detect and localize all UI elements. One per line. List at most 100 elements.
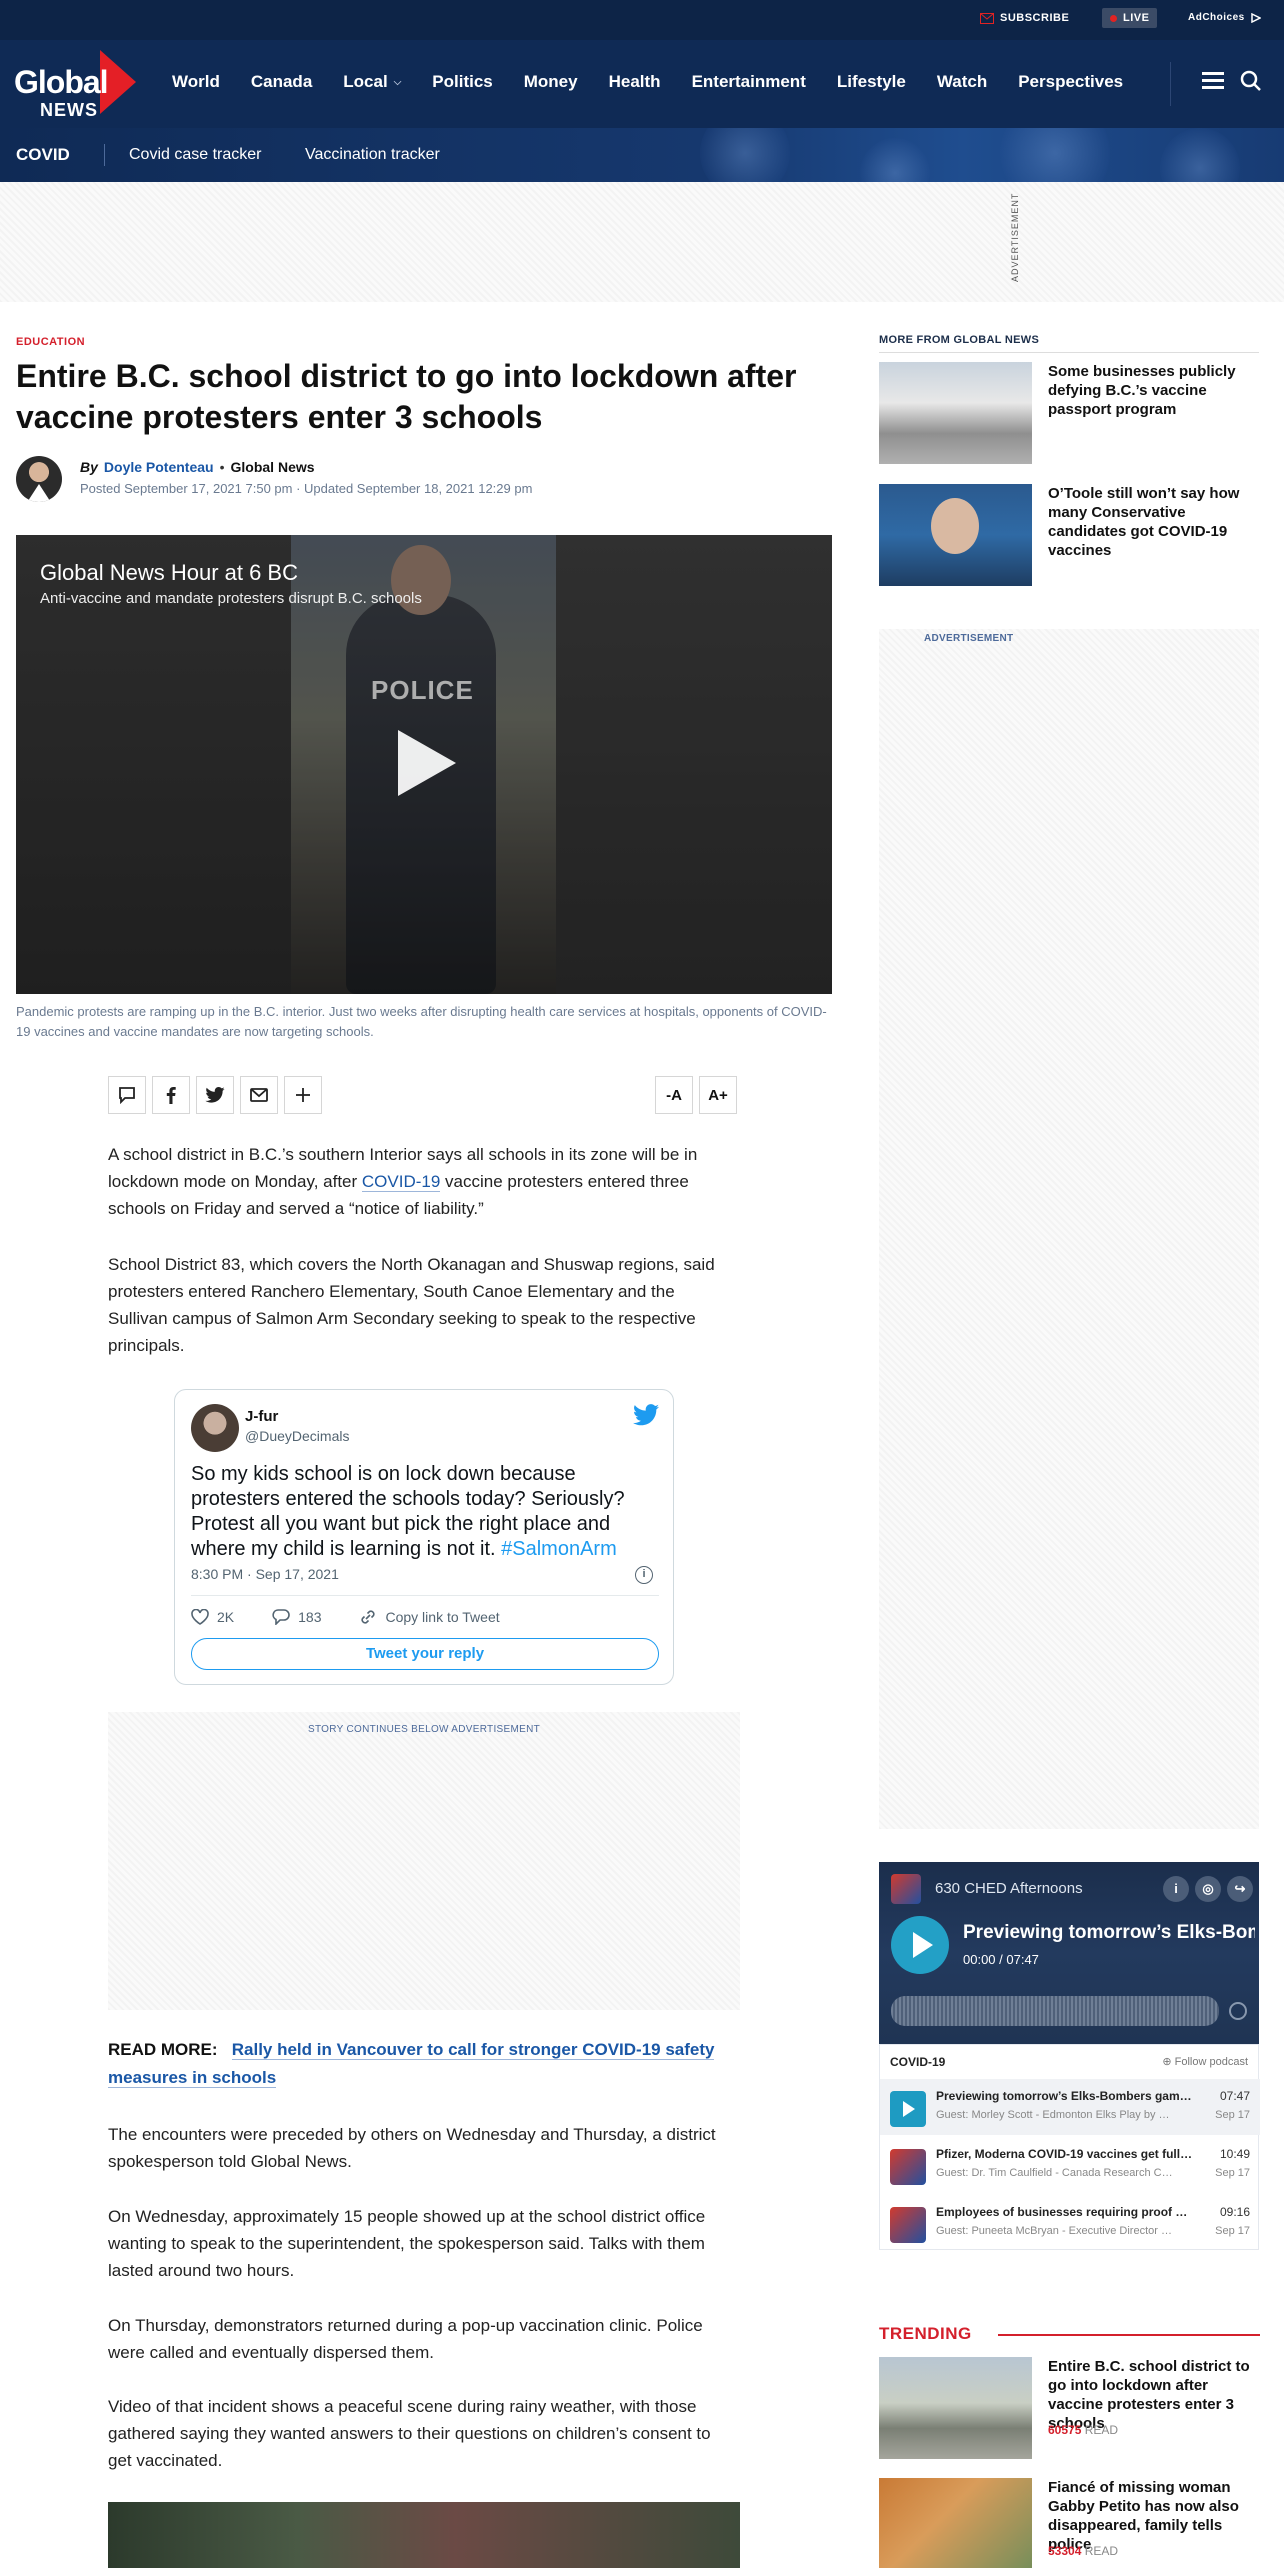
adchoices-link[interactable]: AdChoices [1188, 12, 1261, 23]
nav-item-perspectives[interactable]: Perspectives [1018, 72, 1123, 92]
global-news-logo[interactable]: Global NEWS [14, 50, 136, 120]
email-share-button[interactable] [240, 1076, 278, 1114]
podcast-subscribe-icon[interactable]: ◎ [1195, 1876, 1221, 1902]
more-from-thumbnail[interactable] [879, 484, 1032, 586]
vaccination-tracker-link[interactable]: Vaccination tracker [305, 146, 440, 164]
trending-thumbnail[interactable] [879, 2357, 1032, 2459]
article-paragraph-3: The encounters were preceded by others o… [108, 2125, 716, 2171]
podcast-episode-list: COVID-19 ⊕ Follow podcast Previewing tom… [879, 2044, 1260, 2251]
tweet-avatar[interactable] [191, 1404, 239, 1452]
author-avatar[interactable] [16, 456, 62, 502]
tweet-hashtag[interactable]: #SalmonArm [501, 1538, 617, 1560]
nav-item-world[interactable]: World [172, 72, 220, 92]
podcast-episode-item[interactable]: Employees of businesses requiring proof … [880, 2195, 1260, 2251]
trending-item[interactable]: Fiancé of missing woman Gabby Petito has… [879, 2478, 1259, 2568]
video-player[interactable]: POLICE Global News Hour at 6 BC Anti-vac… [16, 535, 832, 994]
author-link[interactable]: Doyle Potenteau [104, 459, 214, 475]
live-button[interactable]: LIVE [1102, 8, 1158, 28]
episode-date: Sep 17 [1215, 2109, 1250, 2121]
tweet-timestamp[interactable]: 8:30 PM · Sep 17, 2021 [191, 1566, 339, 1582]
podcast-play-button[interactable] [891, 1916, 949, 1974]
nav-item-health[interactable]: Health [609, 72, 661, 92]
nav-item-politics[interactable]: Politics [432, 72, 492, 92]
trending-rule [998, 2334, 1260, 2336]
more-from-item[interactable]: Some businesses publicly defying B.C.’s … [879, 362, 1259, 466]
episode-title: Pfizer, Moderna COVID-19 vaccines get fu… [936, 2147, 1193, 2161]
nav-item-local[interactable]: Local ⌵ [343, 72, 401, 92]
tweet-reply-button[interactable]: Tweet your reply [191, 1638, 659, 1670]
nav-item-canada[interactable]: Canada [251, 72, 312, 92]
trending-thumbnail[interactable] [879, 2478, 1032, 2568]
comment-icon [119, 1087, 135, 1104]
follow-podcast-link[interactable]: ⊕ Follow podcast [1162, 2055, 1248, 2068]
play-icon[interactable] [398, 730, 456, 796]
subscribe-link[interactable]: SUBSCRIBE [980, 12, 1069, 24]
link-icon[interactable] [359, 1608, 377, 1626]
logo-word-news: NEWS [40, 100, 98, 120]
comment-button[interactable] [108, 1076, 146, 1114]
more-share-button[interactable] [284, 1076, 322, 1114]
read-count-number: 53304 [1048, 2544, 1082, 2558]
top-ad-label: ADVERTISEMENT [1010, 192, 1020, 282]
covid-label[interactable]: COVID [16, 145, 70, 165]
byline-by: By [80, 459, 98, 475]
sidebar-advertisement[interactable]: ADVERTISEMENT [879, 629, 1259, 1829]
facebook-share-button[interactable] [152, 1076, 190, 1114]
more-from-divider [879, 352, 1259, 353]
inline-advertisement[interactable]: STORY CONTINUES BELOW ADVERTISEMENT [108, 1712, 740, 2010]
episode-play-icon[interactable] [890, 2091, 926, 2127]
facebook-icon [166, 1087, 176, 1104]
embedded-tweet[interactable]: J-fur @DueyDecimals So my kids school is… [174, 1389, 674, 1685]
covid-case-tracker-link[interactable]: Covid case tracker [129, 146, 262, 164]
share-icon[interactable]: ↪ [1227, 1876, 1253, 1902]
tweet-author-name[interactable]: J-fur [245, 1408, 278, 1425]
search-icon[interactable] [1240, 70, 1262, 92]
subscribe-label: SUBSCRIBE [1000, 12, 1070, 24]
more-from-title[interactable]: Some businesses publicly defying B.C.’s … [1048, 362, 1260, 419]
covid-divider [104, 144, 105, 166]
twitter-bird-icon[interactable] [633, 1404, 659, 1426]
reply-bubble-icon[interactable] [272, 1609, 290, 1625]
article-paragraph-5: On Thursday, demonstrators returned duri… [108, 2316, 703, 2362]
main-navigation: Global NEWS World Canada Local ⌵ Politics… [0, 40, 1284, 128]
copy-link-label[interactable]: Copy link to Tweet [385, 1609, 499, 1625]
logo-word-global: Global [14, 64, 109, 100]
podcast-episode-item[interactable]: Previewing tomorrow’s Elks-Bombers gam… … [880, 2079, 1260, 2135]
more-from-title[interactable]: O’Toole still won’t say how many Conserv… [1048, 484, 1260, 560]
nav-divider [1170, 62, 1171, 106]
heart-icon[interactable] [191, 1609, 209, 1625]
podcast-time: 00:00 / 07:47 [963, 1952, 1039, 1967]
read-count-label: READ [1084, 2544, 1119, 2558]
article-category[interactable]: EDUCATION [16, 336, 85, 348]
video-subtitle: Anti-vaccine and mandate protesters disr… [40, 590, 422, 607]
nav-item-watch[interactable]: Watch [937, 72, 987, 92]
nav-item-money[interactable]: Money [524, 72, 578, 92]
decrease-font-button[interactable]: -A [655, 1076, 693, 1114]
read-more: READ MORE: Rally held in Vancouver to ca… [108, 2036, 748, 2092]
tweet-reply-count: 183 [298, 1609, 322, 1625]
nav-item-lifestyle[interactable]: Lifestyle [837, 72, 906, 92]
mail-icon [980, 12, 994, 24]
hamburger-menu-icon[interactable] [1202, 72, 1224, 90]
trending-item[interactable]: Entire B.C. school district to go into l… [879, 2357, 1259, 2461]
increase-font-button[interactable]: A+ [699, 1076, 737, 1114]
article-image[interactable] [108, 2502, 740, 2568]
more-from-item[interactable]: O’Toole still won’t say how many Conserv… [879, 484, 1259, 588]
playback-speed-icon[interactable] [1229, 2002, 1247, 2020]
nav-item-entertainment[interactable]: Entertainment [692, 72, 806, 92]
trending-title[interactable]: Fiancé of missing woman Gabby Petito has… [1048, 2478, 1260, 2554]
article-paragraph-6: Video of that incident shows a peaceful … [108, 2397, 711, 2470]
podcast-waveform-scrubber[interactable] [891, 1996, 1219, 2026]
podcast-show-name[interactable]: 630 CHED Afternoons [935, 1880, 1083, 1897]
info-icon[interactable]: i [635, 1566, 653, 1584]
top-advertisement[interactable]: ADVERTISEMENT [0, 182, 1284, 302]
read-count-number: 60575 [1048, 2423, 1082, 2437]
tweet-author-handle[interactable]: @DueyDecimals [245, 1428, 349, 1444]
twitter-share-button[interactable] [196, 1076, 234, 1114]
nav-item-local-label: Local [343, 72, 388, 91]
more-from-thumbnail[interactable] [879, 362, 1032, 464]
podcast-episode-item[interactable]: Pfizer, Moderna COVID-19 vaccines get fu… [880, 2137, 1260, 2193]
trending-title[interactable]: Entire B.C. school district to go into l… [1048, 2357, 1260, 2433]
covid-19-link[interactable]: COVID-19 [361, 1172, 441, 1192]
info-icon[interactable]: i [1163, 1876, 1189, 1902]
